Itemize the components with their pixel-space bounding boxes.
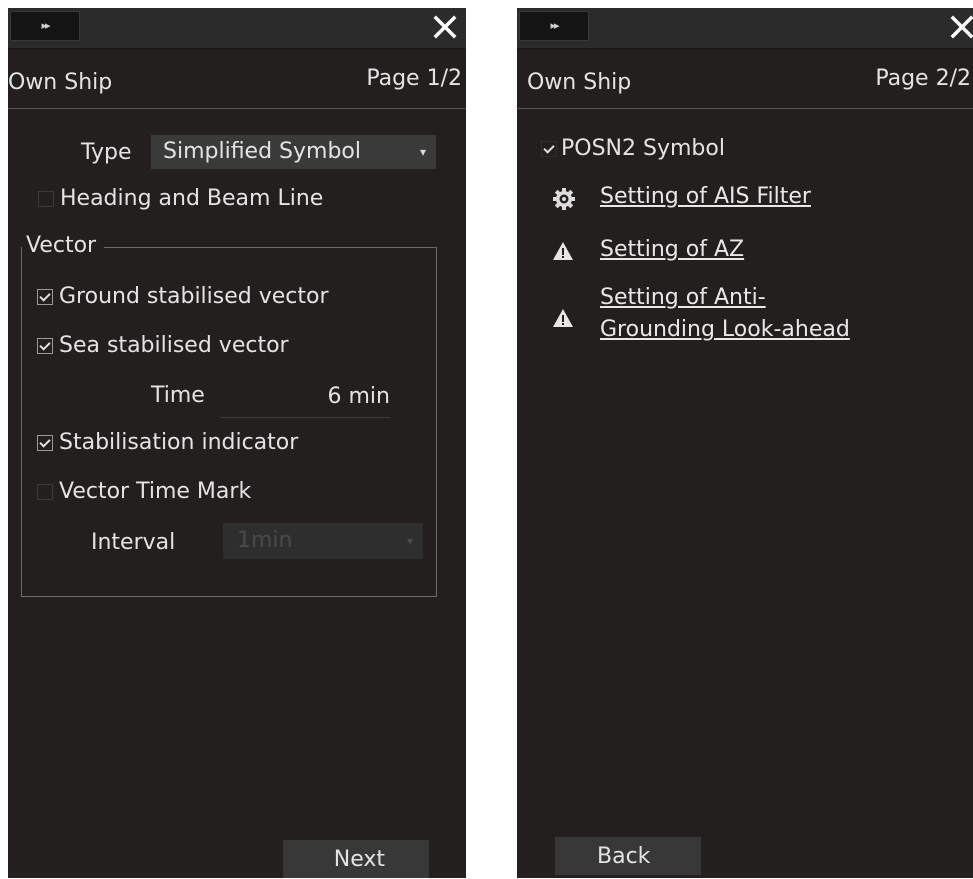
anti-grounding-link-line2[interactable]: Grounding Look-ahead — [600, 314, 850, 346]
heading-beam-line-checkbox[interactable] — [38, 190, 54, 207]
type-dropdown[interactable]: Simplified Symbol ▾ — [151, 135, 436, 169]
vector-time-mark-checkbox[interactable] — [37, 483, 53, 500]
close-button[interactable] — [945, 10, 973, 44]
time-input[interactable]: 6 min — [220, 384, 390, 418]
warning-icon — [553, 242, 573, 260]
chevron-down-icon: ▾ — [406, 534, 413, 548]
title-bar: ▸▸ — [8, 8, 466, 49]
ground-stabilised-vector-option[interactable]: Ground stabilised vector — [37, 284, 329, 309]
type-value: Simplified Symbol — [163, 139, 361, 164]
next-button-label: Next — [333, 846, 385, 872]
next-button[interactable]: Next — [283, 840, 429, 878]
ground-stabilised-vector-label: Ground stabilised vector — [59, 284, 329, 309]
time-value: 6 min — [327, 384, 390, 409]
sea-stabilised-vector-label: Sea stabilised vector — [59, 333, 289, 358]
interval-label: Interval — [91, 530, 176, 555]
double-chevron-right-icon: ▸▸ — [41, 19, 50, 32]
sea-stabilised-vector-checkbox[interactable] — [37, 337, 53, 354]
own-ship-panel-page2: ▸▸ Own Ship Page 2/2 POSN2 Symbol Settin… — [517, 8, 973, 878]
panel-header: Own Ship Page 1/2 — [8, 48, 466, 109]
anti-grounding-link-line1[interactable]: Setting of Anti- — [600, 282, 850, 314]
vector-group-legend: Vector — [22, 233, 105, 258]
gear-icon — [553, 188, 575, 210]
type-label: Type — [81, 140, 132, 165]
back-button[interactable]: Back — [555, 837, 701, 875]
posn2-symbol-checkbox[interactable] — [541, 140, 557, 157]
vector-time-mark-option[interactable]: Vector Time Mark — [37, 479, 251, 504]
stabilisation-indicator-option[interactable]: Stabilisation indicator — [37, 430, 298, 455]
stabilisation-indicator-checkbox[interactable] — [37, 434, 53, 451]
title-bar: ▸▸ — [517, 8, 973, 49]
interval-dropdown[interactable]: 1min ▾ — [223, 523, 423, 559]
expand-button[interactable]: ▸▸ — [519, 11, 589, 41]
warning-icon — [553, 309, 573, 327]
window-title: Own Ship — [527, 70, 632, 95]
back-button-label: Back — [597, 843, 651, 869]
page-indicator: Page 1/2 — [366, 66, 462, 91]
double-chevron-right-icon: ▸▸ — [550, 19, 559, 32]
sea-stabilised-vector-option[interactable]: Sea stabilised vector — [37, 333, 289, 358]
time-label: Time — [151, 383, 205, 408]
window-title: Own Ship — [8, 70, 113, 95]
posn2-symbol-label: POSN2 Symbol — [561, 136, 725, 161]
stabilisation-indicator-label: Stabilisation indicator — [59, 430, 299, 455]
heading-beam-line-option[interactable]: Heading and Beam Line — [38, 186, 323, 211]
posn2-symbol-option[interactable]: POSN2 Symbol — [541, 136, 725, 161]
close-button[interactable] — [428, 10, 462, 44]
close-icon — [433, 15, 457, 39]
az-link[interactable]: Setting of AZ — [600, 237, 744, 262]
ground-stabilised-vector-checkbox[interactable] — [37, 288, 53, 305]
own-ship-panel-page1: ▸▸ Own Ship Page 1/2 Type Simplified Sym… — [8, 8, 466, 878]
close-icon — [950, 15, 973, 39]
anti-grounding-link[interactable]: Setting of Anti- Grounding Look-ahead — [600, 282, 850, 346]
ais-filter-link[interactable]: Setting of AIS Filter — [600, 184, 811, 209]
interval-value: 1min — [237, 528, 293, 553]
heading-beam-line-label: Heading and Beam Line — [60, 186, 324, 211]
page-indicator: Page 2/2 — [875, 66, 971, 91]
vector-time-mark-label: Vector Time Mark — [59, 479, 252, 504]
expand-button[interactable]: ▸▸ — [10, 11, 80, 41]
panel-header: Own Ship Page 2/2 — [517, 48, 973, 109]
chevron-down-icon: ▾ — [419, 145, 426, 159]
